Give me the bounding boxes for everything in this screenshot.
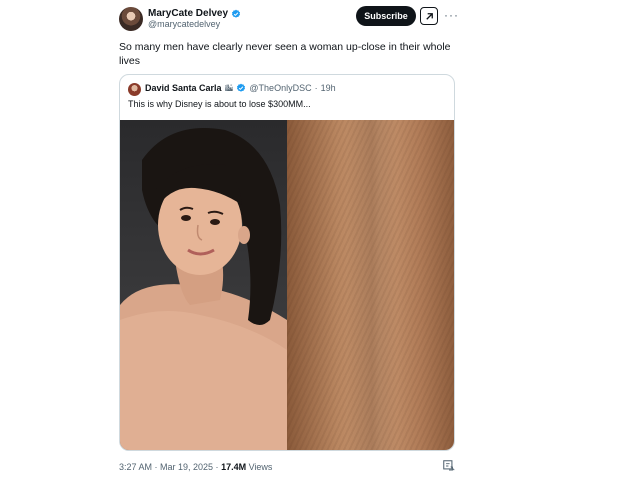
verified-badge-icon [232,9,241,18]
portrait-illustration [120,128,287,450]
quoted-text: This is why Disney is about to lose $300… [128,99,311,109]
post-text: So many men have clearly never seen a wo… [119,41,451,67]
media-image-closeup[interactable] [287,120,454,450]
grok-glyph-icon [425,12,433,20]
bookmark-icon[interactable] [442,459,456,473]
more-icon[interactable]: ··· [444,8,459,22]
quoted-verified-badge-icon [237,83,246,92]
post-meta: 3:27 AM · Mar 19, 2025 · 17.4M Views [119,462,272,472]
quoted-flag-icon: 🏙 [224,85,234,92]
views-count: 17.4M [221,462,247,472]
quoted-separator: · [314,83,318,93]
quoted-author-handle[interactable]: @TheOnlyDSC [249,83,311,93]
author-handle[interactable]: @marycatedelvey [148,19,220,29]
quoted-header: David Santa Carla 🏙 @TheOnlyDSC · 19h [145,83,336,93]
quoted-author-name[interactable]: David Santa Carla [145,83,222,93]
views-label: Views [246,462,273,472]
grok-icon[interactable] [420,7,438,25]
author-name[interactable]: MaryCate Delvey [148,8,228,19]
quoted-author-avatar[interactable] [128,83,141,96]
quoted-post[interactable]: David Santa Carla 🏙 @TheOnlyDSC · 19h Th… [119,74,455,451]
post: MaryCate Delvey @marycatedelvey Subscrib… [108,0,468,480]
author-name-row[interactable]: MaryCate Delvey [148,8,241,19]
subscribe-button[interactable]: Subscribe [356,6,416,26]
quoted-media[interactable] [120,120,454,450]
quoted-timestamp[interactable]: 19h [321,83,336,93]
author-avatar[interactable] [119,7,143,31]
media-image-portrait[interactable] [120,120,287,450]
post-timestamp[interactable]: 3:27 AM · Mar 19, 2025 · [119,462,221,472]
